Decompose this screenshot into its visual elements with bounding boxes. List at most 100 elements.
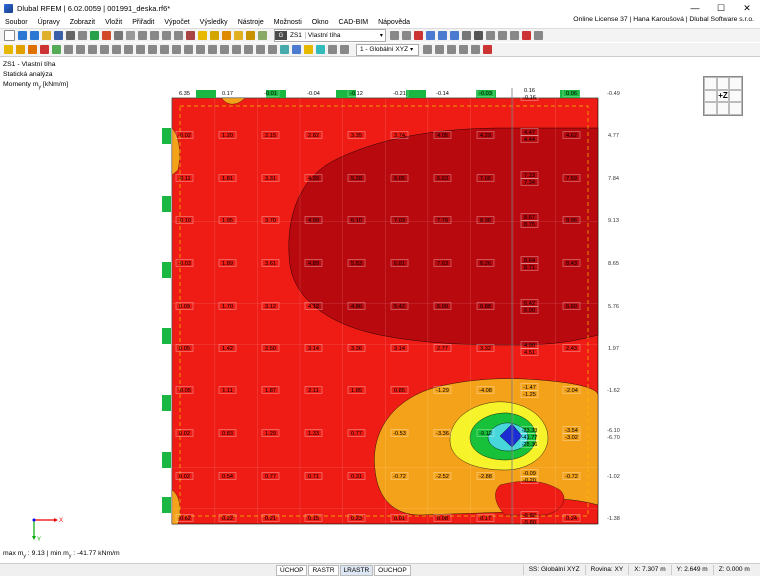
coord-icon[interactable] xyxy=(244,45,253,54)
navcube-cell[interactable] xyxy=(729,77,742,90)
stop-icon[interactable] xyxy=(483,45,493,54)
menu-results[interactable]: Výsledky xyxy=(195,19,233,26)
smooth-icon[interactable] xyxy=(316,45,325,54)
support-icon[interactable] xyxy=(52,45,61,54)
snap-button[interactable]: ÚCHOP xyxy=(276,564,308,576)
results-icon[interactable] xyxy=(198,31,207,40)
filter-icon[interactable] xyxy=(485,31,495,40)
isolines-icon[interactable] xyxy=(304,45,313,54)
maximize-button[interactable]: ☐ xyxy=(708,0,734,16)
render-icon[interactable] xyxy=(461,31,471,40)
navcube-cell[interactable] xyxy=(716,77,730,90)
undo-icon[interactable] xyxy=(114,31,123,40)
menu-cad-bim[interactable]: CAD-BIM xyxy=(334,19,374,26)
navigation-cube[interactable]: +Z xyxy=(703,76,743,116)
member-icon[interactable] xyxy=(28,45,37,54)
mesh-icon[interactable] xyxy=(280,45,289,54)
node-icon[interactable] xyxy=(4,45,13,54)
line-icon[interactable] xyxy=(16,45,25,54)
load-case-dropdown[interactable]: G ZS1 Vlastní tíha ▾ xyxy=(274,29,386,42)
next-icon[interactable] xyxy=(401,31,411,40)
visibility-icon[interactable] xyxy=(268,45,277,54)
open-file-icon[interactable] xyxy=(18,31,27,40)
guide-icon[interactable] xyxy=(196,45,205,54)
navcube-top-face[interactable]: +Z xyxy=(716,89,730,103)
view-iso-icon[interactable] xyxy=(437,31,447,40)
menu-help[interactable]: Nápověda xyxy=(373,19,415,26)
panel-icon[interactable] xyxy=(162,31,171,40)
section-icon[interactable] xyxy=(509,31,519,40)
close-button[interactable]: ✕ xyxy=(734,0,760,16)
menu-insert[interactable]: Vložit xyxy=(100,19,127,26)
menu-calculate[interactable]: Výpočet xyxy=(159,19,194,26)
grid-toggle-icon[interactable] xyxy=(220,45,229,54)
values-icon[interactable] xyxy=(246,31,255,40)
new-file-icon[interactable] xyxy=(4,30,15,41)
menu-window[interactable]: Okno xyxy=(307,19,334,26)
deformation-icon[interactable] xyxy=(210,31,219,40)
table-icon[interactable] xyxy=(138,31,147,40)
menu-view[interactable]: Zobrazit xyxy=(65,19,100,26)
calculate-icon[interactable] xyxy=(186,31,195,40)
legend-icon[interactable] xyxy=(328,45,337,54)
coordinate-system[interactable]: SS: Globální XYZ xyxy=(522,565,585,575)
redo-icon[interactable] xyxy=(126,31,135,40)
rotate-icon[interactable] xyxy=(112,45,121,54)
open-online-icon[interactable] xyxy=(30,31,39,40)
save-icon[interactable] xyxy=(54,31,63,40)
grid-icon[interactable] xyxy=(174,31,183,40)
comment-icon[interactable] xyxy=(184,45,193,54)
clip-icon[interactable] xyxy=(497,31,507,40)
menu-assign[interactable]: Přiřadit xyxy=(127,19,159,26)
mirror-icon[interactable] xyxy=(124,45,133,54)
navcube-cell[interactable] xyxy=(716,102,730,115)
navigator-icon[interactable] xyxy=(150,31,159,40)
navcube-cell[interactable] xyxy=(704,102,717,115)
animation-icon[interactable] xyxy=(222,31,231,40)
check-icon[interactable] xyxy=(258,31,267,40)
dimension-icon[interactable] xyxy=(172,45,181,54)
camera-icon[interactable] xyxy=(471,45,481,54)
zoom-all-icon[interactable] xyxy=(459,45,469,54)
view-icon[interactable] xyxy=(425,31,435,40)
navcube-cell[interactable] xyxy=(729,102,742,115)
select-icon[interactable] xyxy=(76,45,85,54)
perspective-icon[interactable] xyxy=(435,45,445,54)
print-icon[interactable] xyxy=(66,31,75,40)
layer-icon[interactable] xyxy=(256,45,265,54)
work-plane[interactable]: Rovina: XY xyxy=(584,565,629,575)
navcube-cell[interactable] xyxy=(704,77,717,90)
print-report-icon[interactable] xyxy=(78,31,87,40)
grid-button[interactable]: RASTR xyxy=(308,564,339,576)
move-icon[interactable] xyxy=(88,45,97,54)
view-options-icon[interactable] xyxy=(423,45,433,54)
delete-icon[interactable] xyxy=(521,31,531,40)
measure-icon[interactable] xyxy=(160,45,169,54)
scale-icon[interactable] xyxy=(340,45,349,54)
local-grid-button[interactable]: LRASTR xyxy=(339,564,374,576)
display-icon[interactable] xyxy=(473,31,483,40)
menu-options[interactable]: Možnosti xyxy=(269,19,307,26)
previous-icon[interactable] xyxy=(389,31,399,40)
navcube-cell[interactable] xyxy=(729,89,742,103)
open-folder-icon[interactable] xyxy=(42,31,51,40)
design-icon[interactable] xyxy=(234,31,243,40)
divide-icon[interactable] xyxy=(136,45,145,54)
minimize-button[interactable]: — xyxy=(682,0,708,16)
view-combo[interactable]: 1 - Globální XYZ ▾ xyxy=(356,43,420,56)
menu-edit[interactable]: Úpravy xyxy=(33,19,65,26)
zoom-icon[interactable] xyxy=(447,45,457,54)
view-top-icon[interactable] xyxy=(449,31,459,40)
result-canvas[interactable]: 6.35 0.17 -0.01 -0.04 -0.12 -0.21 -0.14 -0.03 0.… xyxy=(0,58,760,563)
more-icon[interactable] xyxy=(533,31,543,40)
tool-icon[interactable] xyxy=(102,31,111,40)
connect-icon[interactable] xyxy=(148,45,157,54)
workplane-icon[interactable] xyxy=(232,45,241,54)
cross-icon[interactable] xyxy=(413,31,423,40)
copy-icon[interactable] xyxy=(100,45,109,54)
navcube-cell[interactable] xyxy=(704,89,717,103)
menu-tools[interactable]: Nástroje xyxy=(233,19,269,26)
surface-icon[interactable] xyxy=(40,45,49,54)
report-icon[interactable] xyxy=(90,31,99,40)
surface-results-icon[interactable] xyxy=(292,45,301,54)
